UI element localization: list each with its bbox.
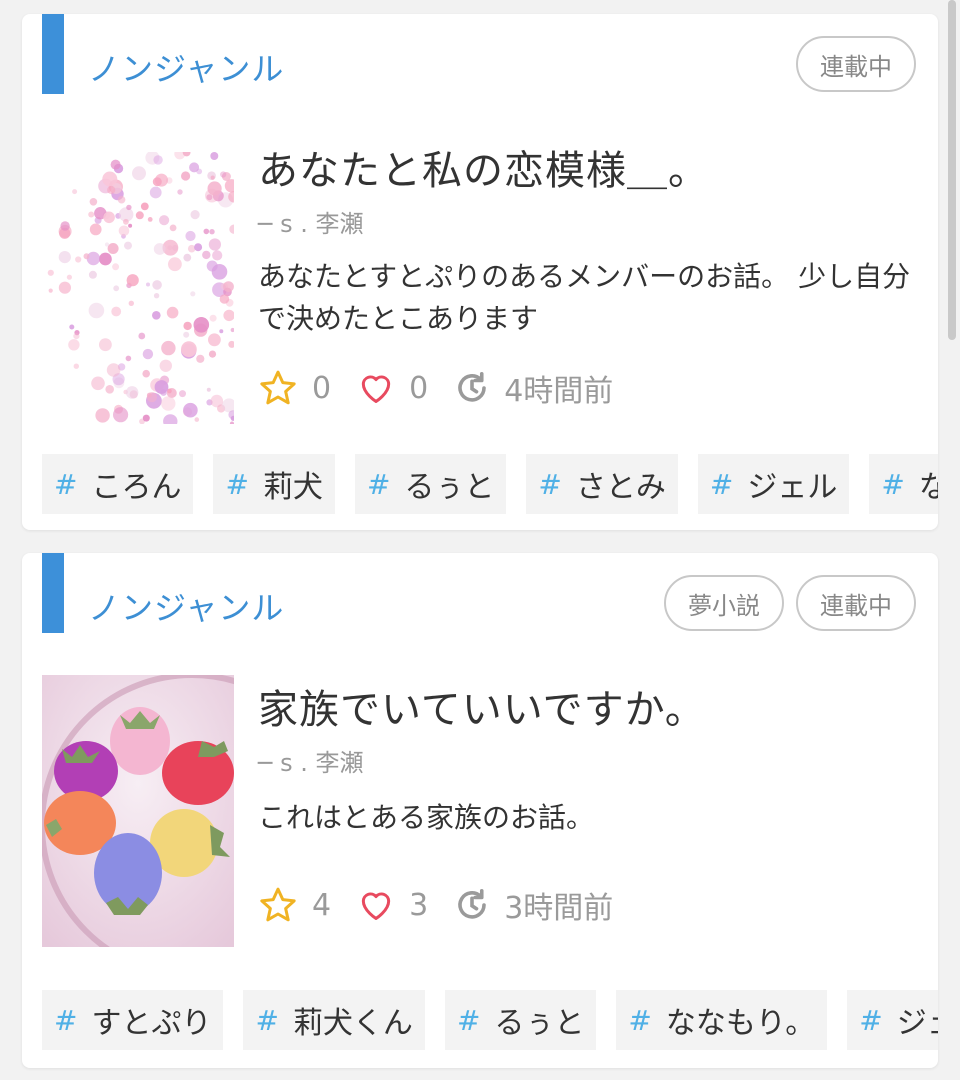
story-title[interactable]: 家族でいていいですか。 — [258, 677, 918, 735]
story-stats: 0 0 4時間前 — [258, 366, 639, 410]
hash-icon: # — [881, 467, 905, 501]
story-description: これはとある家族のお話。 — [258, 801, 595, 834]
heart-icon — [361, 892, 391, 920]
tag-item[interactable]: # ころん — [42, 454, 194, 514]
story-thumbnail[interactable] — [42, 152, 234, 424]
updated-time: 3時間前 — [454, 883, 613, 927]
tag-label: るぅと — [404, 470, 495, 505]
tag-label: すとぷり — [91, 1006, 212, 1041]
genre-label: ノンジャンル — [88, 50, 285, 88]
tag-label: ななもり。 — [665, 1006, 816, 1041]
star-count-value: 4 — [312, 887, 332, 923]
tag-item[interactable]: # るぅと — [354, 454, 507, 514]
heart-count-value: 0 — [409, 370, 429, 406]
heart-count: 3 — [357, 886, 428, 924]
hash-icon: # — [628, 1003, 652, 1037]
clock-icon — [458, 888, 486, 919]
badge-group: 夢小説 連載中 — [664, 575, 916, 631]
hash-icon: # — [456, 1003, 481, 1037]
scrollbar[interactable] — [948, 0, 956, 340]
tag-label: なな — [918, 470, 938, 505]
badge-group: 連載中 — [796, 36, 916, 92]
hash-icon: # — [859, 1003, 883, 1037]
hash-icon: # — [255, 1003, 279, 1037]
star-count: 4 — [258, 885, 331, 925]
story-description: あなたとすとぷりのあるメンバーのお話。 少し自分で決めたとこあります — [258, 260, 911, 335]
heart-icon — [361, 375, 391, 403]
heart-count-value: 3 — [409, 887, 429, 923]
tag-item[interactable]: # さとみ — [526, 454, 678, 514]
status-badge: 連載中 — [796, 36, 916, 92]
hash-icon: # — [366, 467, 391, 501]
cherry-blossom-image — [42, 152, 234, 424]
clock-icon — [458, 371, 486, 402]
tag-label: 莉犬くん — [292, 1006, 413, 1041]
story-stats: 4 3 3時間前 — [258, 883, 639, 927]
story-thumbnail[interactable] — [42, 675, 234, 947]
status-badge: 連載中 — [796, 575, 916, 631]
tag-item[interactable]: # なな — [869, 454, 938, 514]
hash-icon: # — [709, 467, 734, 501]
story-card[interactable]: ノンジャンル 夢小説 連載中 家族でいていいですか。 ─ s . 李瀬 これはと… — [22, 553, 938, 1068]
tag-item[interactable]: # 莉犬くん — [243, 990, 425, 1050]
genre-accent-bar — [42, 553, 64, 633]
star-icon — [260, 887, 296, 922]
tag-item[interactable]: # ななもり。 — [616, 990, 828, 1050]
tag-item[interactable]: # ジェル — [697, 454, 850, 514]
tag-item[interactable]: # 莉犬 — [213, 454, 335, 514]
category-badge: 夢小説 — [664, 575, 784, 631]
tag-item[interactable]: # すとぷり — [42, 990, 224, 1050]
star-count: 0 — [258, 368, 331, 408]
genre-label: ノンジャンル — [88, 589, 285, 627]
tag-label: ころん — [91, 470, 182, 505]
hash-icon: # — [538, 467, 562, 501]
story-card[interactable]: ノンジャンル 連載中 あなたと私の恋模様＿。 ─ s . 李瀬 あなたとすとぷり… — [22, 14, 938, 530]
tag-label: 莉犬 — [262, 470, 323, 505]
heart-count: 0 — [357, 369, 428, 407]
tag-list: # ころん # 莉犬 # るぅと # さとみ # ジェル # なな — [42, 454, 938, 514]
star-icon — [260, 370, 296, 405]
genre-accent-bar — [42, 14, 64, 94]
tag-label: るぅと — [494, 1006, 585, 1041]
hash-icon: # — [54, 1003, 78, 1037]
tag-label: ジェ — [896, 1006, 938, 1041]
tag-item[interactable]: # ジェ — [847, 990, 938, 1050]
updated-time: 4時間前 — [454, 366, 613, 410]
author-name[interactable]: ─ s . 李瀬 — [258, 743, 363, 778]
tag-list: # すとぷり # 莉犬くん # るぅと # ななもり。 # ジェ — [42, 990, 938, 1050]
updated-time-value: 3時間前 — [504, 891, 614, 926]
author-name[interactable]: ─ s . 李瀬 — [258, 204, 363, 239]
hash-icon: # — [225, 467, 249, 501]
star-count-value: 0 — [312, 370, 332, 406]
strawberries-image — [42, 675, 234, 947]
tag-item[interactable]: # るぅと — [444, 990, 597, 1050]
tag-label: さとみ — [575, 470, 666, 505]
updated-time-value: 4時間前 — [504, 374, 614, 409]
tag-label: ジェル — [747, 470, 838, 505]
story-title[interactable]: あなたと私の恋模様＿。 — [258, 138, 918, 196]
hash-icon: # — [54, 467, 78, 501]
